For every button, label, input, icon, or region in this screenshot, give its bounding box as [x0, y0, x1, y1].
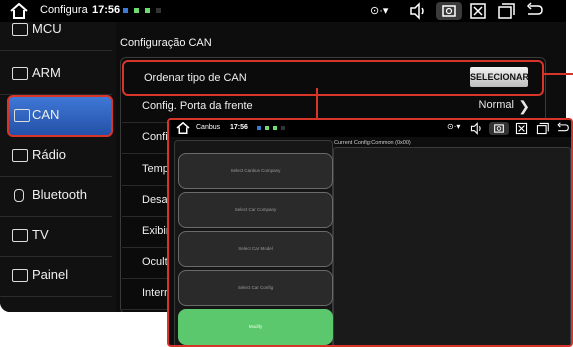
arm-icon — [12, 67, 28, 80]
status-bar: Canbus 17:56 ⊙·▾ — [169, 120, 571, 137]
sidebar-item-mcu[interactable]: MCU — [0, 10, 112, 51]
select-button[interactable]: SELECIONAR — [470, 67, 529, 87]
gps-icon: ⊙·▾ — [370, 5, 389, 17]
close-icon[interactable] — [514, 122, 529, 135]
select-car-config-button[interactable]: Select Car Config — [178, 270, 333, 306]
setting-label: Ocult — [142, 256, 168, 268]
back-icon[interactable] — [524, 2, 544, 20]
mcu-icon — [12, 23, 28, 36]
sidebar-item-label: Painel — [32, 267, 69, 282]
setting-label: Interr — [142, 287, 168, 299]
setting-label: Config. Porta da frente — [142, 100, 253, 112]
panel-icon — [12, 269, 28, 282]
notification-dot — [257, 126, 261, 130]
notification-dot — [156, 8, 161, 13]
canbus-screenshot-inset: Canbus 17:56 ⊙·▾ Select Canbus Company S… — [167, 118, 573, 347]
notification-dot — [134, 8, 139, 13]
screenshot-icon[interactable] — [436, 2, 462, 20]
sidebar-item-label: Bluetooth — [32, 187, 87, 202]
sidebar-item-can[interactable]: CAN — [7, 95, 113, 137]
notification-dot — [273, 126, 277, 130]
volume-icon[interactable] — [408, 2, 428, 20]
setting-label: Confi — [142, 131, 168, 143]
sidebar-item-tv[interactable]: TV — [0, 216, 112, 257]
volume-icon[interactable] — [469, 122, 484, 135]
recent-apps-icon[interactable] — [496, 2, 516, 20]
callout-line — [542, 73, 573, 75]
sidebar-item-bluetooth[interactable]: Bluetooth — [0, 176, 112, 217]
current-config-label: Current Config:Common (0x00) — [334, 140, 411, 146]
sidebar-item-label: Rádio — [32, 147, 66, 162]
callout-line — [316, 88, 318, 118]
settings-sidebar: MCU ARM CAN Rádio Bluetooth TV Painel — [0, 21, 116, 312]
sidebar-item-radio[interactable]: Rádio — [0, 136, 112, 177]
gps-icon: ⊙·▾ — [447, 122, 461, 131]
notification-dot — [123, 8, 128, 13]
notification-dot — [281, 126, 285, 130]
clock: 17:56 — [230, 124, 248, 131]
screenshot-icon[interactable] — [489, 122, 509, 135]
setting-label: Temp — [142, 163, 169, 175]
setting-label: Ordenar tipo de CAN — [144, 72, 247, 84]
sidebar-item-label: CAN — [32, 107, 60, 122]
sidebar-item-arm[interactable]: ARM — [0, 54, 112, 95]
setting-label: Exibir — [142, 225, 170, 237]
sidebar-item-painel[interactable]: Painel — [0, 256, 112, 297]
radio-icon — [12, 149, 28, 162]
close-icon[interactable] — [468, 2, 488, 20]
select-car-company-button[interactable]: Select Car Company — [178, 192, 333, 228]
setting-value: Normal — [478, 99, 514, 111]
home-icon[interactable] — [176, 122, 190, 134]
tv-icon — [12, 229, 28, 242]
notification-dot — [145, 8, 150, 13]
modify-button[interactable]: Modify — [178, 309, 333, 345]
recent-apps-icon[interactable] — [535, 122, 550, 135]
window-title: Canbus — [196, 124, 221, 131]
config-detail-panel — [333, 147, 571, 345]
select-car-model-button[interactable]: Select Car Model — [178, 231, 333, 267]
select-canbus-company-button[interactable]: Select Canbus Company — [178, 153, 333, 189]
notification-dot — [265, 126, 269, 130]
sidebar-item-label: TV — [32, 227, 49, 242]
can-icon — [14, 109, 30, 122]
chevron-right-icon: ❯ — [518, 98, 530, 114]
back-icon[interactable] — [555, 122, 570, 135]
bluetooth-icon — [14, 189, 24, 202]
sidebar-item-label: MCU — [32, 21, 62, 36]
sidebar-item-label: ARM — [32, 65, 61, 80]
page-title: Configuração CAN — [120, 37, 212, 49]
